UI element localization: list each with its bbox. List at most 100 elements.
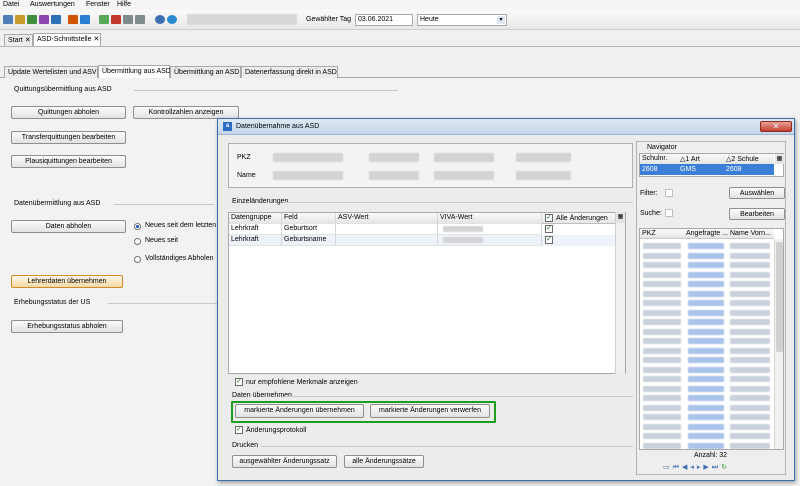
teacher-row[interactable] — [640, 422, 774, 431]
radio-vollstaendig[interactable] — [134, 256, 141, 263]
teacher-row[interactable] — [640, 403, 774, 412]
teacher-row[interactable] — [640, 441, 774, 450]
col-art[interactable]: △1 Art — [680, 155, 700, 163]
teacher-row[interactable] — [640, 374, 774, 383]
radio-neu-seit-letzten[interactable] — [134, 223, 141, 230]
row-checkbox[interactable]: ✓ — [545, 236, 553, 244]
all-changes-checkbox[interactable]: ✓ — [545, 214, 553, 222]
daten-abholen-button[interactable]: Daten abholen — [11, 220, 126, 233]
empfohlen-checkbox[interactable]: ✓ — [235, 378, 243, 386]
col-viva-wert[interactable]: VIVA-Wert — [438, 213, 542, 224]
teacher-row[interactable] — [640, 241, 774, 250]
tab-uebermittlung-aus-asd[interactable]: Übermittlung aus ASD — [98, 65, 171, 78]
teacher-row[interactable] — [640, 279, 774, 288]
day-input[interactable]: 03.06.2021 — [355, 14, 413, 26]
markierte-uebernehmen-button[interactable]: markierte Änderungen übernehmen — [235, 404, 364, 418]
teacher-row[interactable] — [640, 289, 774, 298]
col-schule[interactable]: △2 Schule — [726, 155, 759, 163]
period-select[interactable]: Heute ▾ — [417, 14, 507, 26]
tab-asd-schnittstelle[interactable]: ASD-Schnittstelle ✕ — [33, 33, 101, 46]
lehrerdaten-button[interactable]: Lehrerdaten übernehmen — [11, 275, 123, 288]
refresh-icon[interactable]: ↻ — [721, 464, 730, 471]
col-pkz[interactable]: PKZ — [642, 230, 656, 237]
menu-datei[interactable]: Datei — [3, 1, 19, 8]
teacher-row[interactable] — [640, 393, 774, 402]
auswaehlen-button[interactable]: Auswählen — [729, 187, 785, 199]
lightning-icon[interactable] — [123, 15, 133, 24]
tab-update-wertelisten[interactable]: Update Wertelisten und ASV — [4, 66, 98, 78]
col-name[interactable]: Name Vorn... — [730, 230, 771, 237]
next-page-icon[interactable]: ▶ — [703, 464, 711, 471]
teacher-row[interactable] — [640, 298, 774, 307]
teacher-row[interactable] — [640, 327, 774, 336]
tab-uebermittlung-an-asd[interactable]: Übermittlung an ASD — [170, 66, 241, 78]
school-row[interactable]: 2608 GMS 2608 — [640, 164, 774, 175]
tab-start[interactable]: Start ✕ — [4, 34, 33, 46]
teacher-row[interactable] — [640, 308, 774, 317]
first-icon[interactable]: ⏮ — [673, 464, 682, 471]
bearbeiten-button[interactable]: Bearbeiten — [729, 208, 785, 220]
cell-gruppe: Lehrkraft — [229, 224, 282, 235]
plausiquittungen-button[interactable]: Plausiquittungen bearbeiten — [11, 155, 126, 168]
report-icon[interactable] — [15, 15, 25, 24]
calendar-icon[interactable] — [111, 15, 121, 24]
copy-icon[interactable]: ▭ — [663, 464, 673, 471]
export-icon[interactable] — [80, 15, 90, 24]
table-settings-icon[interactable]: ▦ — [616, 212, 625, 223]
filter-checkbox[interactable] — [665, 189, 673, 197]
teacher-row[interactable] — [640, 251, 774, 260]
info-icon[interactable] — [167, 15, 177, 24]
record-navigation[interactable]: ▭⏮◀◂▸▶⏭↻ — [663, 463, 768, 472]
teacher-row[interactable] — [640, 346, 774, 355]
print-icon[interactable] — [68, 15, 78, 24]
menu-auswertungen[interactable]: Auswertungen — [30, 1, 75, 8]
document-icon[interactable] — [51, 15, 61, 24]
list-icon[interactable] — [39, 15, 49, 24]
teacher-row[interactable] — [640, 384, 774, 393]
teacher-scrollbar[interactable] — [774, 239, 783, 449]
col-angefragt[interactable]: Angefragte ... — [686, 230, 728, 237]
markierte-verwerfen-button[interactable]: markierte Änderungen verwerfen — [370, 404, 490, 418]
chevron-down-icon[interactable]: ▾ — [497, 16, 505, 24]
row-checkbox[interactable]: ✓ — [545, 225, 553, 233]
ausgewaehlt-button[interactable]: ausgewählter Änderungssatz — [232, 455, 337, 468]
protokoll-checkbox[interactable]: ✓ — [235, 426, 243, 434]
table-icon[interactable] — [27, 15, 37, 24]
teacher-row[interactable] — [640, 431, 774, 440]
suche-checkbox[interactable] — [665, 209, 673, 217]
close-icon[interactable]: ✕ — [93, 36, 99, 43]
menu-hilfe[interactable]: Hilfe — [117, 1, 131, 8]
col-feld[interactable]: Feld — [282, 213, 336, 224]
teacher-row[interactable] — [640, 355, 774, 364]
close-icon[interactable]: ✕ — [25, 37, 31, 44]
help-icon[interactable] — [155, 15, 165, 24]
table-scrollbar[interactable]: ▦ — [615, 212, 625, 374]
alle-button[interactable]: alle Änderungssätze — [344, 455, 424, 468]
teacher-row[interactable] — [640, 412, 774, 421]
col-datengruppe[interactable]: Datengruppe — [229, 213, 282, 224]
table-row[interactable]: Lehrkraft Geburtsname ✓ — [229, 235, 625, 246]
teacher-row[interactable] — [640, 270, 774, 279]
tab-datenerfassung[interactable]: Datenerfassung direkt in ASD — [241, 66, 338, 78]
table-settings-icon[interactable]: ▦ — [775, 154, 784, 164]
teacher-row[interactable] — [640, 317, 774, 326]
erhebungsstatus-button[interactable]: Erhebungsstatus abholen — [11, 320, 123, 333]
table-row[interactable]: Lehrkraft Geburtsort ✓ — [229, 224, 625, 235]
lightning-2-icon[interactable] — [135, 15, 145, 24]
refresh-icon[interactable] — [99, 15, 109, 24]
transferquittungen-button[interactable]: Transferquittungen bearbeiten — [11, 131, 126, 144]
folder-icon[interactable] — [3, 15, 13, 24]
col-asv-wert[interactable]: ASV-Wert — [336, 213, 438, 224]
scroll-thumb[interactable] — [776, 242, 783, 352]
menu-fenster[interactable]: Fenster — [86, 1, 110, 8]
radio-neu-seit[interactable] — [134, 238, 141, 245]
close-icon[interactable]: ✕ — [760, 121, 792, 132]
teacher-row[interactable] — [640, 336, 774, 345]
redacted — [643, 338, 681, 344]
quittungen-abholen-button[interactable]: Quittungen abholen — [11, 106, 126, 119]
last-icon[interactable]: ⏭ — [712, 464, 721, 471]
teacher-row[interactable] — [640, 365, 774, 374]
teacher-row[interactable] — [640, 260, 774, 269]
col-schulnr[interactable]: Schulnr. — [642, 155, 667, 162]
redacted — [643, 300, 681, 306]
